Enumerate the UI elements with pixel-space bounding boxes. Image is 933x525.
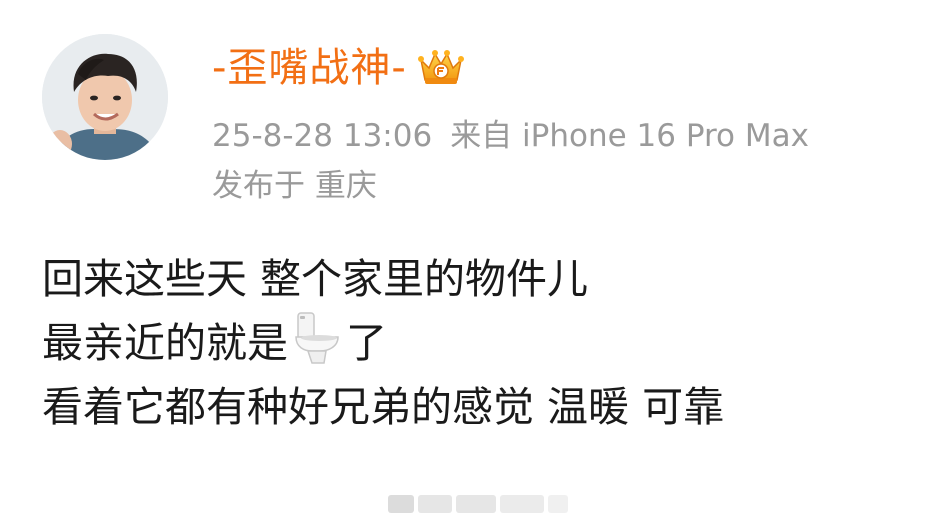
watermark xyxy=(388,492,572,516)
author-name[interactable]: -歪嘴战神- xyxy=(212,40,407,96)
watermark-mark xyxy=(418,495,452,513)
watermark-mark xyxy=(456,495,496,513)
avatar-photo xyxy=(42,34,168,160)
content-line-3: 看着它都有种好兄弟的感觉 温暖 可靠 xyxy=(42,383,725,431)
avatar[interactable] xyxy=(42,34,168,160)
weibo-post: -歪嘴战神- 25-8-28 13:06 来自 iPhone 16 Pro Ma… xyxy=(0,0,933,525)
post-meta: 25-8-28 13:06 来自 iPhone 16 Pro Max xyxy=(212,116,809,156)
post-content: 回来这些天 整个家里的物件儿 最亲近的就是 了 看着它都有种好兄弟的感觉 温暖 … xyxy=(42,247,912,439)
toilet-emoji xyxy=(292,311,342,365)
author-row: -歪嘴战神- xyxy=(212,40,467,96)
post-source: 来自 iPhone 16 Pro Max xyxy=(450,118,809,154)
content-line-1: 回来这些天 整个家里的物件儿 xyxy=(42,255,589,303)
post-datetime: 25-8-28 13:06 xyxy=(212,118,433,154)
content-line-2-text: 最亲近的就是 xyxy=(42,319,288,367)
watermark-mark xyxy=(388,495,414,513)
vip-crown-icon[interactable] xyxy=(415,46,467,90)
watermark-mark xyxy=(548,495,568,513)
content-line-2: 最亲近的就是 了 xyxy=(42,311,912,375)
post-location: 发布于 重庆 xyxy=(212,168,377,204)
watermark-mark xyxy=(500,495,544,513)
content-line-2-end: 了 xyxy=(346,319,387,367)
